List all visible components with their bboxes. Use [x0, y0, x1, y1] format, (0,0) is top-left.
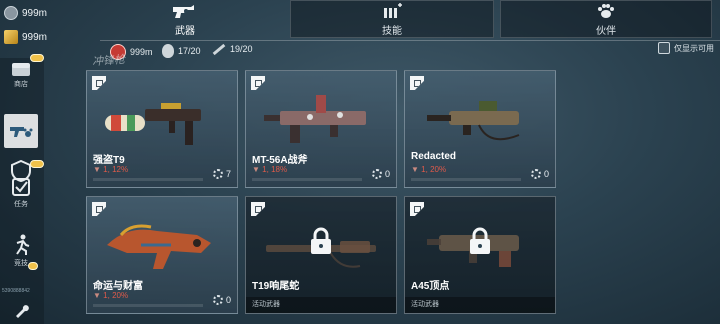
section-watermark: 冲锋枪 — [91, 53, 126, 69]
weapon-card-2[interactable]: MT-56A战斧 ▼ 1, 18% 0 — [245, 70, 397, 188]
tab-skills[interactable]: 技能 — [290, 0, 494, 38]
lock-icon — [311, 227, 331, 254]
event-weapon-note: 活动武器 — [405, 297, 555, 313]
weapon-card-6-locked[interactable]: A45顶点 活动武器 — [404, 196, 556, 314]
bullets-plus-icon — [384, 2, 402, 18]
gear-icon — [212, 169, 223, 179]
card-corner-icon — [410, 202, 424, 216]
tab-label: 伙伴 — [596, 25, 616, 37]
tab-weapons[interactable]: 武器 — [150, 0, 220, 38]
weapon-stat-value: 12% — [112, 165, 129, 174]
badge-value: 999m — [130, 47, 153, 57]
upgrade-count-value: 0 — [543, 169, 549, 179]
notification-badge — [28, 262, 38, 270]
weapon-name: 强盗T9 — [93, 155, 125, 166]
gear-icon — [371, 169, 382, 179]
weapon-stat-value: 18% — [271, 165, 288, 174]
top-tab-bar: 武器 技能 伙伴 — [150, 0, 720, 40]
toggle-label: 仅显示可用 — [674, 43, 714, 53]
notification-badge — [30, 160, 44, 168]
weapon-stat: ▼ 1, 12% — [93, 165, 129, 174]
lock-icon — [470, 227, 490, 254]
weapon-name: 命运与财富 — [93, 281, 143, 292]
sidebar-item-label: 任务 — [14, 201, 28, 208]
progress-bar — [93, 304, 203, 307]
progress-bar — [93, 178, 203, 181]
silver-amount: 999m — [22, 7, 48, 19]
tab-partners[interactable]: 伙伴 — [500, 0, 712, 38]
checklist-icon — [12, 178, 30, 196]
knife-icon — [212, 43, 226, 55]
runner-icon — [16, 234, 30, 255]
available-only-toggle[interactable]: 仅显示可用 — [658, 42, 714, 54]
sidebar-item-label: 竞技 — [14, 260, 28, 267]
gold-bar-icon — [4, 30, 18, 44]
upgrade-count: 0 — [371, 169, 390, 179]
upgrade-count: 0 — [530, 169, 549, 179]
paw-icon — [598, 3, 614, 18]
sidebar-item-label: 商店 — [14, 81, 28, 88]
upgrade-count-value: 7 — [225, 169, 231, 179]
progress-bar — [252, 178, 362, 181]
upgrade-count-value: 0 — [225, 295, 231, 305]
weapon-level: 1 — [103, 291, 108, 300]
card-corner-icon — [92, 76, 106, 90]
grenade-count: 17/20 — [178, 46, 201, 56]
silver-coin-icon — [4, 6, 18, 20]
weapon-name: MT-56A战斧 — [252, 155, 308, 166]
stat-melee: 19/20 — [212, 43, 253, 55]
weapon-name: T19响尾蛇 — [252, 281, 300, 292]
sidebar-item-settings[interactable] — [4, 294, 38, 324]
weapon-stat-value: 20% — [430, 165, 447, 174]
silver-currency: 999m — [4, 6, 47, 20]
revolver-icon — [173, 4, 194, 18]
gold-amount: 999m — [22, 31, 48, 43]
smg-icon — [264, 95, 366, 143]
weapon-card-5-locked[interactable]: T19响尾蛇 活动武器 — [245, 196, 397, 314]
smg-icon — [427, 101, 520, 141]
weapon-card-3[interactable]: Redacted ▼ 1, 20% 0 — [404, 70, 556, 188]
upgrade-count: 7 — [212, 169, 231, 179]
sidebar-item-shop[interactable]: 商店 — [4, 54, 44, 92]
melee-count: 19/20 — [230, 44, 253, 54]
sidebar: 商店 任务 竞技 5390888842 — [0, 54, 44, 324]
sidebar-item-weapons[interactable] — [4, 114, 38, 148]
card-corner-icon — [251, 76, 265, 90]
notification-badge — [30, 54, 44, 62]
weapon-level: 1 — [103, 165, 108, 174]
card-corner-icon — [410, 76, 424, 90]
weapon-level: 1 — [262, 165, 267, 174]
weapon-name: A45顶点 — [411, 281, 450, 292]
tab-label: 武器 — [175, 25, 195, 37]
gear-icon — [212, 295, 223, 305]
sidebar-item-arena[interactable]: 竞技 — [4, 234, 38, 270]
weapon-name: Redacted — [411, 151, 457, 162]
weapon-card-1[interactable]: 强盗T9 ▼ 1, 12% 7 — [86, 70, 238, 188]
grenade-icon — [162, 44, 174, 58]
gear-icon — [530, 169, 541, 179]
checkbox-icon — [658, 42, 670, 54]
chest-icon — [12, 63, 30, 76]
card-corner-icon — [251, 202, 265, 216]
weapon-card-4[interactable]: 命运与财富 ▼ 1, 20% 0 — [86, 196, 238, 314]
upgrade-count: 0 — [212, 295, 231, 305]
wrench-icon — [16, 305, 29, 318]
dragon-gun-icon — [107, 224, 211, 269]
weapon-level: 1 — [421, 165, 426, 174]
gun-paw-icon — [10, 127, 33, 137]
weapon-stat: ▼ 1, 20% — [411, 165, 447, 174]
stat-grenades: 17/20 — [162, 44, 201, 58]
sidebar-item-tasks[interactable]: 任务 — [4, 176, 38, 210]
smg-icon — [105, 103, 201, 145]
header-divider — [100, 40, 720, 41]
tab-label: 技能 — [382, 25, 402, 37]
upgrade-count-value: 0 — [384, 169, 390, 179]
weapon-stat: ▼ 1, 20% — [93, 291, 129, 300]
progress-bar — [411, 178, 521, 181]
weapon-stat-value: 20% — [112, 291, 129, 300]
gold-currency: 999m — [4, 30, 47, 44]
card-corner-icon — [92, 202, 106, 216]
event-weapon-note: 活动武器 — [246, 297, 396, 313]
weapon-stat: ▼ 1, 18% — [252, 165, 288, 174]
